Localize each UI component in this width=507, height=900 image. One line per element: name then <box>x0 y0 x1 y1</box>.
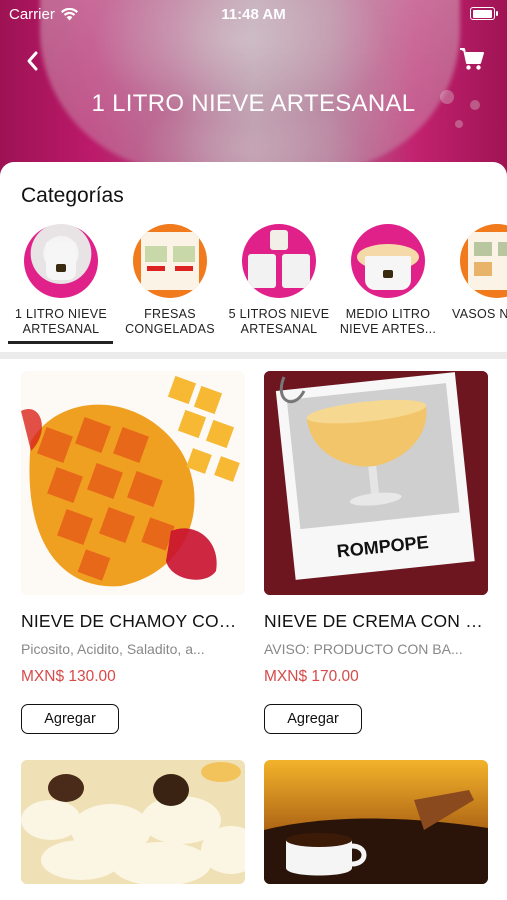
category-thumbnail <box>351 224 425 298</box>
product-price: MXN$ 130.00 <box>21 668 116 685</box>
status-time: 11:48 AM <box>221 6 286 23</box>
battery-icon <box>470 7 498 20</box>
status-bar: Carrier 11:48 AM <box>0 0 507 28</box>
product-image[interactable] <box>264 760 488 884</box>
category-label: FRESAS CONGELADAS <box>125 307 215 336</box>
mango-illustration <box>21 371 245 595</box>
product-price: MXN$ 170.00 <box>264 668 359 685</box>
category-item[interactable]: 5 LITROS NIEVE ARTESANAL <box>224 224 334 337</box>
product-name: NIEVE DE CHAMOY CON... <box>21 611 245 631</box>
page-title: 1 LITRO NIEVE ARTESANAL <box>91 90 416 117</box>
product-card[interactable]: NIEVE DE CHAMOY CON... Picosito, Acidito… <box>21 371 245 734</box>
categories-heading: Categorías <box>21 184 124 207</box>
category-item[interactable]: VASOS N <box>442 224 507 322</box>
product-image[interactable]: ROMPOPE <box>264 371 488 595</box>
category-carousel[interactable]: 1 LITRO NIEVE ARTESANAL FRESAS CONGELADA… <box>0 224 507 344</box>
section-divider <box>0 352 507 359</box>
add-to-cart-button[interactable]: Agregar <box>264 704 362 734</box>
add-to-cart-button[interactable]: Agregar <box>21 704 119 734</box>
shopping-cart-icon[interactable] <box>459 46 485 72</box>
product-card[interactable]: ROMPOPE NIEVE DE CREMA CON R... AVISO: P… <box>264 371 488 734</box>
product-description: Picosito, Acidito, Saladito, a... <box>21 641 205 657</box>
product-description: AVISO: PRODUCTO CON BA... <box>264 641 463 657</box>
category-label: 1 LITRO NIEVE ARTESANAL <box>14 307 108 336</box>
product-card[interactable] <box>264 760 488 900</box>
product-image[interactable] <box>21 371 245 595</box>
battery-level <box>472 9 492 18</box>
rice-pudding-illustration <box>21 760 245 884</box>
category-thumbnail <box>133 224 207 298</box>
category-item[interactable]: MEDIO LITRO NIEVE ARTES... <box>333 224 443 337</box>
rompope-illustration: ROMPOPE <box>264 371 488 595</box>
coffee-illustration <box>264 760 488 884</box>
category-label: VASOS N <box>452 307 507 321</box>
category-thumbnail <box>24 224 98 298</box>
category-selected-indicator <box>8 341 113 344</box>
category-label: MEDIO LITRO NIEVE ARTES... <box>339 307 437 336</box>
category-thumbnail <box>242 224 316 298</box>
chevron-left-icon[interactable] <box>22 48 44 74</box>
content-sheet: Categorías 1 LITRO NIEVE ARTESANAL FRESA… <box>0 162 507 900</box>
product-name: NIEVE DE CREMA CON R... <box>264 611 488 631</box>
product-image[interactable] <box>21 760 245 884</box>
category-item[interactable]: 1 LITRO NIEVE ARTESANAL <box>6 224 116 337</box>
category-label: 5 LITROS NIEVE ARTESANAL <box>228 307 330 336</box>
product-card[interactable] <box>21 760 245 900</box>
category-item[interactable]: FRESAS CONGELADAS <box>115 224 225 337</box>
category-thumbnail <box>460 224 507 298</box>
